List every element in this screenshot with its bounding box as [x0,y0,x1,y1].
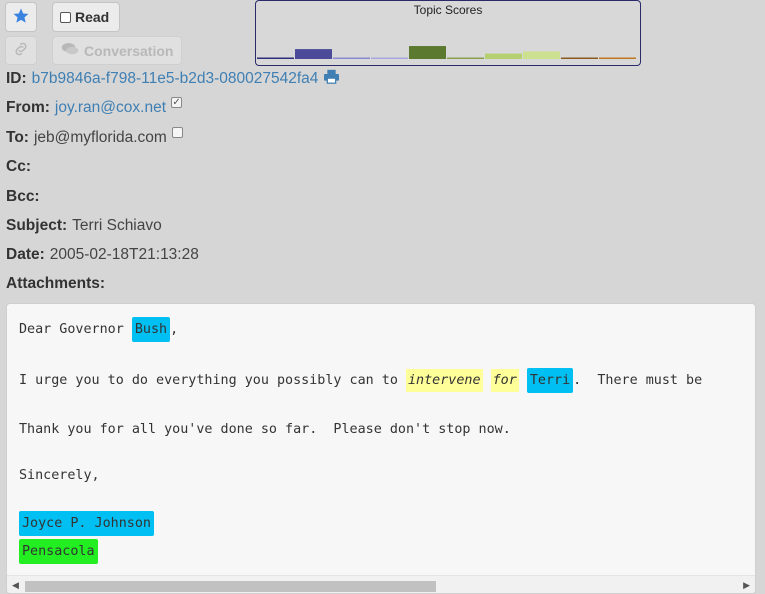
read-label: Read [75,9,110,25]
entity-person-highlight: Joyce P. Johnson [19,511,154,536]
paragraph-1: I urge you to do everything you possibly… [19,368,703,393]
to-checkbox[interactable] [171,126,183,138]
email-body-panel[interactable]: Dear Governor Bush, I urge you to do eve… [6,303,756,594]
subject-label: Subject: [6,217,68,234]
topic-score-bar [257,57,294,59]
date-value: 2005-02-18T21:13:28 [49,246,199,263]
print-icon[interactable] [323,69,340,89]
topic-score-bar [371,57,408,59]
read-checkbox[interactable] [60,11,71,23]
signature-name-line: Joyce P. Johnson [19,511,154,536]
subject-value: Terri Schiavo [72,217,162,234]
entity-person-highlight: Terri [526,368,574,393]
cc-label: Cc: [6,158,31,175]
topic-score-bar [561,57,598,59]
closing-line: Sincerely, [19,468,100,483]
horizontal-scrollbar[interactable]: ◀ ▶ [7,575,755,593]
scroll-right-icon[interactable]: ▶ [743,580,750,591]
date-label: Date: [6,246,45,263]
from-row: From: joy.ran@cox.net ✓ [6,96,183,117]
topic-score-bar [599,57,636,59]
greeting-punct: , [170,322,179,337]
bcc-row: Bcc: [6,188,40,206]
star-icon [12,7,30,28]
from-checkbox-checked[interactable]: ✓ [171,96,183,108]
topic-score-bar [333,57,370,59]
conversation-button[interactable]: Conversation [52,36,182,65]
scrollbar-thumb[interactable] [25,581,436,592]
date-row: Date: 2005-02-18T21:13:28 [6,246,199,264]
signature-place-line: Pensacola [19,539,98,564]
topic-score-bar [485,53,522,59]
comments-icon [61,42,79,59]
link-button[interactable] [5,36,37,65]
attachments-row: Attachments: [6,275,105,293]
conversation-label: Conversation [84,42,174,59]
bcc-label: Bcc: [6,188,40,205]
id-label: ID: [6,70,27,87]
topic-score-bar [447,57,484,59]
attachments-label: Attachments: [6,275,106,292]
topic-score-bar [295,49,332,59]
paragraph-1-text: I urge you to do everything you possibly… [19,373,406,388]
id-row: ID: b7b9846a-f798-11e5-b2d3-080027542fa4 [6,69,340,89]
topic-score-bar [409,46,446,59]
greeting-line: Dear Governor Bush, [19,317,179,342]
email-body-text: Dear Governor Bush, I urge you to do eve… [19,304,755,564]
keyword-highlight: intervene [405,369,483,392]
link-icon [12,40,30,61]
star-button[interactable] [5,2,37,32]
read-toggle-button[interactable]: Read [52,2,120,32]
to-label: To: [6,129,29,146]
topic-scores-plot [257,46,636,59]
to-row: To: jeb@myflorida.com [6,126,183,147]
paragraph-2: Thank you for all you've done so far. Pl… [19,422,511,437]
from-label: From: [6,99,50,116]
to-address: jeb@myflorida.com [33,129,167,146]
subject-row: Subject: Terri Schiavo [6,217,162,235]
topic-score-bar [523,51,560,59]
email-id-link[interactable]: b7b9846a-f798-11e5-b2d3-080027542fa4 [32,70,319,88]
entity-person-highlight: Bush [131,317,171,342]
from-address-link[interactable]: joy.ran@cox.net [55,99,166,117]
keyword-highlight: for [490,369,519,392]
entity-location-highlight: Pensacola [19,539,98,564]
topic-scores-chart: Topic Scores [255,0,641,66]
scroll-left-icon[interactable]: ◀ [12,580,19,591]
paragraph-1-tail: . There must be [573,373,703,388]
cc-row: Cc: [6,158,31,176]
greeting-text: Dear Governor [19,322,132,337]
